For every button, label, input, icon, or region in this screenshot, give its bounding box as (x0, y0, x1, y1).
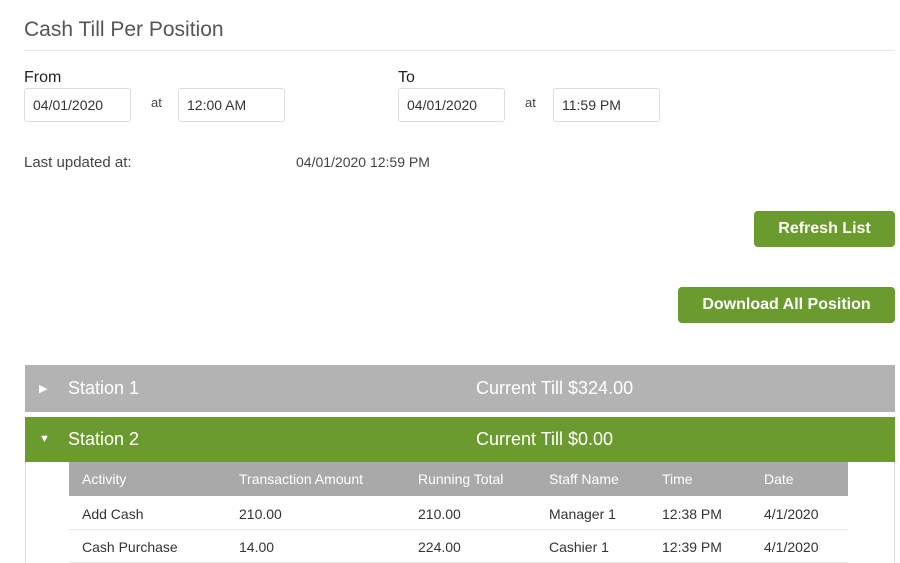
from-label: From (24, 69, 62, 86)
station-panel-station-2[interactable]: ▼ Station 2 Current Till $0.00 (25, 417, 895, 462)
column-header-time: Time (662, 471, 693, 487)
current-till: Current Till $324.00 (476, 378, 634, 398)
table-row: Cash Purchase 14.00 224.00 Cashier 1 12:… (69, 530, 848, 563)
cell-date: 4/1/2020 (764, 539, 819, 555)
from-date-input[interactable]: 04/01/2020 (24, 88, 131, 122)
cell-staff-name: Cashier 1 (549, 539, 609, 555)
cell-running-total: 210.00 (418, 506, 461, 522)
title-divider (24, 50, 895, 51)
cell-activity: Cash Purchase (82, 539, 178, 555)
download-all-position-button[interactable]: Download All Position (678, 287, 895, 323)
column-header-date: Date (764, 471, 794, 487)
caret-right-icon: ▶ (39, 383, 48, 395)
cell-running-total: 224.00 (418, 539, 461, 555)
to-at-label: at (525, 95, 536, 110)
page-title: Cash Till Per Position (24, 18, 224, 41)
station-name: Station 1 (68, 378, 140, 398)
last-updated-label: Last updated at: (24, 154, 132, 171)
refresh-list-button[interactable]: Refresh List (754, 211, 895, 247)
cell-staff-name: Manager 1 (549, 506, 616, 522)
table-row: Add Cash 210.00 210.00 Manager 1 12:38 P… (69, 497, 848, 530)
transactions-table-header: Activity Transaction Amount Running Tota… (69, 462, 848, 496)
cell-transaction-amount: 14.00 (239, 539, 275, 555)
column-header-activity: Activity (82, 471, 127, 487)
current-till: Current Till $0.00 (476, 429, 614, 449)
to-label: To (398, 69, 415, 86)
to-time-input[interactable]: 11:59 PM (553, 88, 660, 122)
from-at-label: at (151, 95, 162, 110)
column-header-running-total: Running Total (418, 471, 504, 487)
cell-transaction-amount: 210.00 (239, 506, 282, 522)
to-date-input[interactable]: 04/01/2020 (398, 88, 505, 122)
column-header-staff-name: Staff Name (549, 471, 619, 487)
station-panel-station-1[interactable]: ▶ Station 1 Current Till $324.00 (25, 365, 895, 412)
column-header-transaction-amount: Transaction Amount (239, 471, 363, 487)
cell-time: 12:38 PM (662, 506, 722, 522)
last-updated-value: 04/01/2020 12:59 PM (296, 154, 430, 170)
station-name: Station 2 (68, 429, 140, 449)
from-time-input[interactable]: 12:00 AM (178, 88, 285, 122)
cell-date: 4/1/2020 (764, 506, 819, 522)
caret-down-icon: ▼ (39, 433, 50, 445)
cell-activity: Add Cash (82, 506, 144, 522)
cell-time: 12:39 PM (662, 539, 722, 555)
